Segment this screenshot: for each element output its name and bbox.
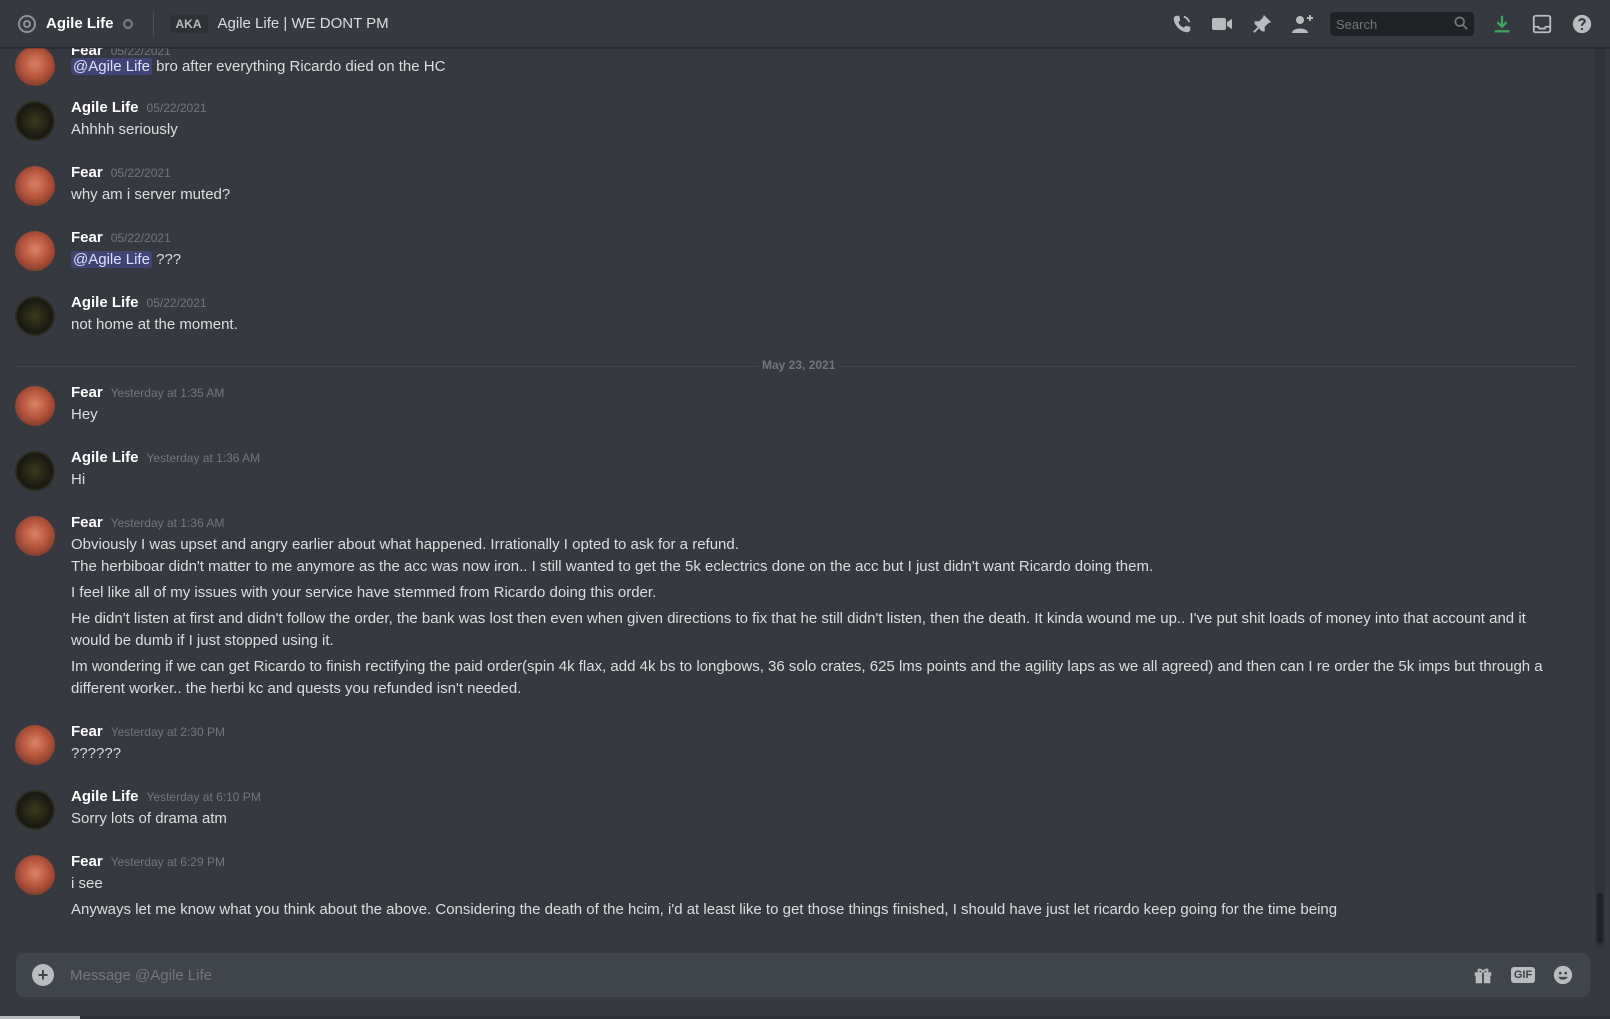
message-composer: + GIF xyxy=(16,953,1590,997)
avatar[interactable] xyxy=(15,101,55,141)
author-name[interactable]: Fear xyxy=(71,514,103,531)
avatar[interactable] xyxy=(15,451,55,491)
video-icon[interactable] xyxy=(1210,12,1234,36)
gift-icon[interactable] xyxy=(1470,962,1496,988)
message-content: Ahhhh seriously xyxy=(71,121,178,138)
author-name[interactable]: Agile Life xyxy=(71,449,139,466)
avatar[interactable] xyxy=(15,231,55,271)
author-name[interactable]: Agile Life xyxy=(71,788,139,805)
author-name[interactable]: Agile Life xyxy=(71,99,139,116)
timestamp: Yesterday at 6:10 PM xyxy=(146,790,261,804)
inbox-icon[interactable] xyxy=(1530,12,1554,36)
search-icon xyxy=(1454,15,1468,33)
timestamp: Yesterday at 2:30 PM xyxy=(110,725,225,739)
pin-icon[interactable] xyxy=(1250,12,1274,36)
message-content: i see xyxy=(71,875,103,892)
timestamp: Yesterday at 6:29 PM xyxy=(110,855,225,869)
call-icon[interactable] xyxy=(1170,12,1194,36)
message-content: @Agile Life ??? xyxy=(71,251,182,268)
user-mention[interactable]: @Agile Life xyxy=(71,251,152,268)
message-content: He didn't listen at first and didn't fol… xyxy=(71,610,1526,649)
message-list: Fear 05/22/2021 @Agile Life bro after eve… xyxy=(0,48,1595,948)
message-input[interactable] xyxy=(70,966,1470,984)
message-content: Hi xyxy=(71,471,86,488)
message-content: Anyways let me know what you think about… xyxy=(71,901,1338,918)
message-content: Hey xyxy=(71,406,98,423)
status-indicator xyxy=(122,18,133,29)
author-name[interactable]: Fear xyxy=(71,229,103,246)
message-content: not home at the moment. xyxy=(71,316,238,333)
search-placeholder: Search xyxy=(1336,16,1378,32)
author-name[interactable]: Fear xyxy=(71,853,103,870)
channel-header: Agile Life AKA Agile Life | WE DONT PM S… xyxy=(0,0,1610,48)
avatar[interactable] xyxy=(15,790,55,830)
message-content: ?????? xyxy=(71,745,122,762)
timestamp: 05/22/2021 xyxy=(110,166,171,180)
emoji-icon[interactable] xyxy=(1550,962,1576,988)
author-name[interactable]: Fear xyxy=(71,723,103,740)
avatar[interactable] xyxy=(15,516,55,556)
message-content: The herbiboar didn't matter to me anymor… xyxy=(71,558,1154,575)
date-divider: May 23, 2021 xyxy=(758,358,840,372)
scrollbar-thumb[interactable] xyxy=(1597,893,1603,943)
avatar[interactable] xyxy=(15,296,55,336)
avatar[interactable] xyxy=(15,386,55,426)
timestamp: 05/22/2021 xyxy=(110,231,171,245)
timestamp: 05/22/2021 xyxy=(146,296,207,310)
gif-button[interactable]: GIF xyxy=(1510,962,1536,988)
message-content: @Agile Life bro after everything Ricardo… xyxy=(71,58,446,75)
message-content: why am i server muted? xyxy=(71,186,231,203)
add-friend-icon[interactable] xyxy=(1290,12,1314,36)
scrollbar-track[interactable] xyxy=(1595,48,1605,948)
aka-badge: AKA xyxy=(169,14,208,33)
timestamp: 05/22/2021 xyxy=(146,101,207,115)
attach-button[interactable]: + xyxy=(32,964,54,986)
download-icon[interactable] xyxy=(1490,12,1514,36)
avatar[interactable] xyxy=(15,725,55,765)
avatar[interactable] xyxy=(15,166,55,206)
message-content: I feel like all of my issues with your s… xyxy=(71,584,657,601)
nickname-label: Agile Life | WE DONT PM xyxy=(217,15,389,32)
channel-title: Agile Life xyxy=(46,15,114,32)
timestamp: Yesterday at 1:36 AM xyxy=(146,451,261,465)
gif-label: GIF xyxy=(1510,967,1536,983)
header-divider xyxy=(152,11,154,36)
search-field[interactable]: Search xyxy=(1330,12,1474,36)
message-content: Im wondering if we can get Ricardo to fi… xyxy=(71,658,1543,697)
timestamp: Yesterday at 1:36 AM xyxy=(110,516,225,530)
message-content: Sorry lots of drama atm xyxy=(71,810,227,827)
author-name[interactable]: Fear xyxy=(71,164,103,181)
help-icon[interactable] xyxy=(1570,12,1594,36)
timestamp: Yesterday at 1:35 AM xyxy=(110,386,225,400)
at-icon xyxy=(16,13,38,35)
author-name[interactable]: Fear xyxy=(71,384,103,401)
header-toolbar: Search xyxy=(1154,0,1594,48)
avatar[interactable] xyxy=(15,855,55,895)
avatar[interactable] xyxy=(15,48,55,86)
message-content: Obviously I was upset and angry earlier … xyxy=(71,536,739,553)
user-mention[interactable]: @Agile Life xyxy=(71,58,152,75)
author-name[interactable]: Agile Life xyxy=(71,294,139,311)
